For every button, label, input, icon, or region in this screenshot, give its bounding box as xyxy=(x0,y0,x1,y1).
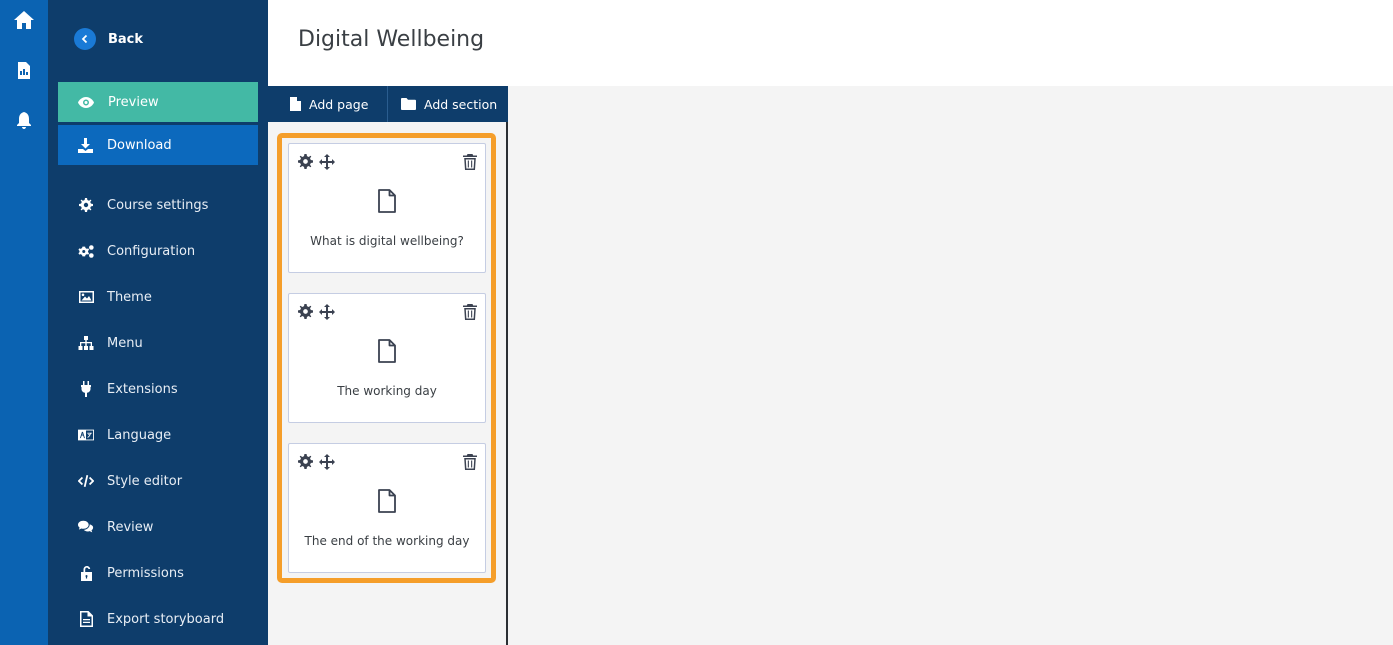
nav-theme[interactable]: Theme xyxy=(78,285,152,309)
page-document-icon xyxy=(377,489,397,517)
preview-button[interactable]: Preview xyxy=(58,82,258,122)
download-icon xyxy=(78,137,93,153)
back-label: Back xyxy=(108,31,144,47)
page-document-icon xyxy=(377,189,397,217)
nav-permissions[interactable]: Permissions xyxy=(78,561,184,585)
home-icon[interactable] xyxy=(0,10,48,30)
image-icon xyxy=(78,289,94,305)
page-header: Digital Wellbeing xyxy=(268,0,1393,86)
nav-label: Permissions xyxy=(107,565,184,581)
add-page-button[interactable]: Add page xyxy=(268,86,388,122)
gears-icon xyxy=(78,243,94,259)
move-icon[interactable] xyxy=(319,304,335,324)
unlock-icon xyxy=(78,565,94,581)
comments-icon xyxy=(78,519,94,535)
file-export-icon xyxy=(78,611,94,627)
trash-icon[interactable] xyxy=(463,304,477,324)
file-icon xyxy=(290,97,301,111)
page-list-toolbar: Add page Add section xyxy=(268,86,508,122)
page-list-panel: What is digital wellbeing? The working d… xyxy=(268,122,508,645)
nav-extensions[interactable]: Extensions xyxy=(78,377,178,401)
nav-label: Style editor xyxy=(107,473,183,489)
sidebar: Back Preview Download Course settings Co… xyxy=(48,0,268,645)
folder-icon xyxy=(401,98,416,110)
download-label: Download xyxy=(107,137,172,153)
eye-icon xyxy=(78,96,94,108)
move-icon[interactable] xyxy=(319,154,335,174)
nav-label: Extensions xyxy=(107,381,178,397)
content-area xyxy=(510,86,1393,645)
nav-menu[interactable]: Menu xyxy=(78,331,143,355)
nav-course-settings[interactable]: Course settings xyxy=(78,193,208,217)
nav-language[interactable]: Language xyxy=(78,423,171,447)
page-title-label: The end of the working day xyxy=(304,534,470,548)
nav-review[interactable]: Review xyxy=(78,515,153,539)
add-section-button[interactable]: Add section xyxy=(388,86,508,122)
nav-label: Configuration xyxy=(107,243,196,259)
page-title-label: The working day xyxy=(337,384,437,398)
trash-icon[interactable] xyxy=(463,154,477,174)
page-card[interactable]: The end of the working day xyxy=(288,443,486,573)
nav-label: Language xyxy=(107,427,172,443)
page-title-label: What is digital wellbeing? xyxy=(310,234,464,248)
gear-icon[interactable] xyxy=(298,454,313,473)
nav-label: Export storyboard xyxy=(107,611,225,627)
code-icon xyxy=(78,473,94,489)
gear-icon xyxy=(78,197,94,213)
trash-icon[interactable] xyxy=(463,454,477,474)
nav-label: Review xyxy=(107,519,154,535)
document-chart-icon[interactable] xyxy=(0,62,48,79)
nav-label: Menu xyxy=(107,335,143,351)
gear-icon[interactable] xyxy=(298,154,313,173)
nav-style-editor[interactable]: Style editor xyxy=(78,469,182,493)
page-card[interactable]: The working day xyxy=(288,293,486,423)
download-button[interactable]: Download xyxy=(58,125,258,165)
preview-label: Preview xyxy=(108,94,159,110)
page-document-icon xyxy=(377,339,397,367)
move-icon[interactable] xyxy=(319,454,335,474)
bell-icon[interactable] xyxy=(0,112,48,129)
gear-icon[interactable] xyxy=(298,304,313,323)
language-icon xyxy=(78,427,94,443)
nav-export-storyboard[interactable]: Export storyboard xyxy=(78,607,224,631)
add-page-label: Add page xyxy=(309,96,369,112)
chevron-left-icon xyxy=(74,28,96,50)
plug-icon xyxy=(78,381,94,397)
nav-label: Theme xyxy=(107,289,152,305)
back-button[interactable]: Back xyxy=(74,28,143,50)
nav-configuration[interactable]: Configuration xyxy=(78,239,195,263)
page-title: Digital Wellbeing xyxy=(298,27,485,52)
add-section-label: Add section xyxy=(424,96,498,112)
page-card[interactable]: What is digital wellbeing? xyxy=(288,143,486,273)
sitemap-icon xyxy=(78,335,94,351)
nav-label: Course settings xyxy=(107,197,209,213)
icon-rail xyxy=(0,0,48,645)
